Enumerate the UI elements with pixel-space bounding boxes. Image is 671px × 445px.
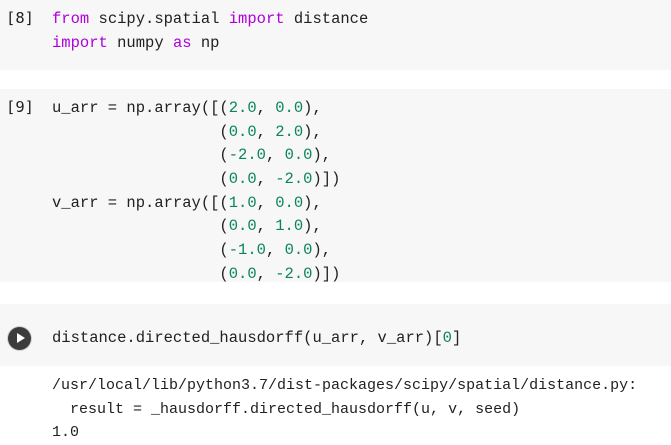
code-text: ( bbox=[52, 170, 229, 189]
code-number: 1.0 bbox=[228, 193, 257, 212]
code-line: (-1.0, 0.0), bbox=[52, 239, 340, 263]
code-number: 0.0 bbox=[275, 193, 304, 212]
code-text: u_arr = np.array([( bbox=[52, 99, 229, 117]
code-text: , bbox=[256, 122, 276, 141]
code-line: (-2.0, 0.0), bbox=[52, 144, 340, 168]
code-text: , bbox=[265, 241, 285, 260]
cell-execution-count: [9] bbox=[6, 98, 34, 116]
code-line: u_arr = np.array([(2.0, 0.0), bbox=[52, 97, 340, 121]
code-line: (0.0, -2.0)]) bbox=[52, 168, 340, 192]
code-text: ), bbox=[303, 193, 322, 212]
code-number: -2.0 bbox=[275, 264, 313, 283]
code-editor[interactable]: from scipy.spatial import distance import… bbox=[52, 8, 368, 55]
code-text: , bbox=[256, 193, 276, 212]
code-text: numpy bbox=[107, 33, 173, 52]
code-number: 0.0 bbox=[228, 122, 257, 141]
code-text: , bbox=[256, 99, 276, 117]
code-line: (0.0, -2.0)]) bbox=[52, 263, 340, 287]
code-editor[interactable]: u_arr = np.array([(2.0, 0.0), (0.0, 2.0)… bbox=[52, 97, 340, 287]
code-text: )]) bbox=[312, 264, 341, 283]
code-keyword: from bbox=[52, 10, 90, 28]
code-text: ), bbox=[312, 146, 332, 165]
code-number: 0.0 bbox=[228, 264, 257, 283]
code-number: -2.0 bbox=[275, 170, 313, 189]
output-line: 1.0 bbox=[52, 424, 80, 442]
output-line: /usr/local/lib/python3.7/dist-packages/s… bbox=[52, 377, 638, 394]
code-line: (0.0, 2.0), bbox=[52, 121, 340, 145]
code-text: ( bbox=[52, 122, 229, 141]
code-text: ( bbox=[52, 241, 229, 260]
code-number: 0.0 bbox=[228, 170, 257, 189]
code-text: ( bbox=[52, 217, 229, 236]
cell-output: /usr/local/lib/python3.7/dist-packages/s… bbox=[52, 374, 637, 445]
code-cell-9[interactable]: [9] u_arr = np.array([(2.0, 0.0), (0.0, … bbox=[0, 89, 671, 283]
code-text: np bbox=[191, 33, 220, 52]
code-number: 0.0 bbox=[284, 146, 313, 165]
code-keyword: as bbox=[172, 33, 192, 52]
code-cell-active[interactable]: distance.directed_hausdorff(u_arr, v_arr… bbox=[0, 304, 671, 366]
code-line: (0.0, 1.0), bbox=[52, 215, 340, 239]
code-text: ), bbox=[312, 241, 332, 260]
code-text: distance.directed_hausdorff(u_arr, v_arr… bbox=[52, 329, 443, 347]
code-line: from scipy.spatial import distance bbox=[52, 8, 368, 32]
code-number: 2.0 bbox=[275, 122, 304, 141]
code-text: , bbox=[256, 170, 276, 189]
code-text: scipy.spatial bbox=[89, 10, 229, 28]
code-number: 0 bbox=[442, 329, 452, 347]
output-line: result = _hausdorff.directed_hausdorff(u… bbox=[52, 400, 521, 418]
code-line: distance.directed_hausdorff(u_arr, v_arr… bbox=[52, 327, 461, 351]
code-number: 0.0 bbox=[228, 217, 257, 236]
code-text: , bbox=[256, 264, 276, 283]
code-keyword: import bbox=[228, 10, 285, 28]
code-text: distance bbox=[284, 10, 369, 28]
cell-execution-count: [8] bbox=[6, 9, 34, 27]
code-text: v_arr = np.array([( bbox=[52, 193, 229, 212]
code-text: ( bbox=[52, 146, 229, 165]
code-text: ( bbox=[52, 264, 229, 283]
code-text: ), bbox=[303, 122, 322, 141]
code-text: ] bbox=[451, 329, 462, 347]
code-text: )]) bbox=[312, 170, 341, 189]
code-keyword: import bbox=[52, 33, 108, 52]
code-editor[interactable]: distance.directed_hausdorff(u_arr, v_arr… bbox=[52, 327, 461, 351]
code-number: 2.0 bbox=[228, 99, 257, 117]
code-text: ), bbox=[303, 99, 322, 117]
code-cell-8[interactable]: [8] from scipy.spatial import distance im… bbox=[0, 0, 671, 70]
code-number: 1.0 bbox=[275, 217, 304, 236]
code-number: 0.0 bbox=[275, 99, 304, 117]
code-number: 0.0 bbox=[284, 241, 313, 260]
code-text: , bbox=[265, 146, 285, 165]
code-number: -1.0 bbox=[228, 241, 266, 260]
code-line: import numpy as np bbox=[52, 32, 368, 56]
code-line: v_arr = np.array([(1.0, 0.0), bbox=[52, 192, 340, 216]
code-text: ), bbox=[303, 217, 322, 236]
code-number: -2.0 bbox=[228, 146, 266, 165]
code-text: , bbox=[256, 217, 276, 236]
run-cell-button[interactable] bbox=[8, 327, 31, 350]
